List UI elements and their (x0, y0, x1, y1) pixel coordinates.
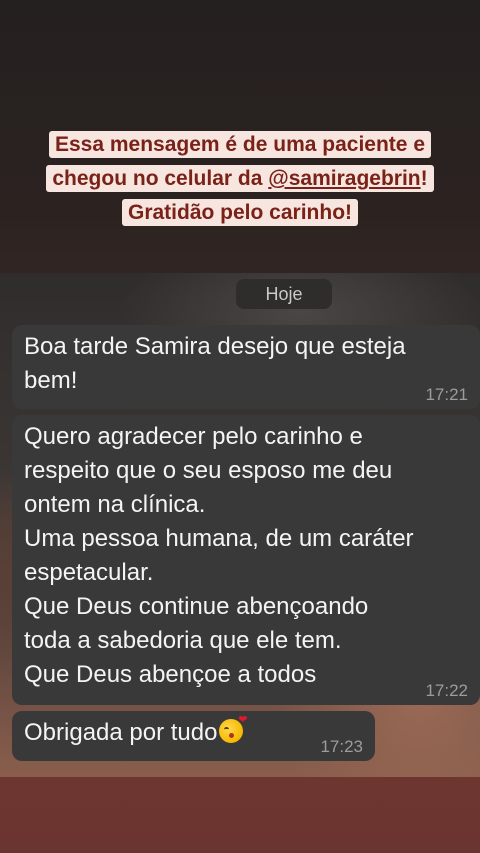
story-footer-background (0, 777, 480, 853)
message-time: 17:21 (425, 385, 468, 404)
caption-line-1: Essa mensagem é de uma paciente e (48, 131, 431, 158)
kiss-emoji-icon: ❤ (219, 715, 247, 743)
message-bubble-2: Quero agradecer pelo carinho e respeito … (12, 415, 480, 705)
caption-line-2: chegou no celular da @samiragebrin! (46, 165, 434, 192)
mention-link[interactable]: @samiragebrin (268, 167, 420, 190)
heart-icon: ❤ (238, 714, 248, 726)
message-time: 17:22 (425, 681, 468, 700)
message-text: Boa tarde Samira desejo que esteja bem! (24, 333, 406, 394)
message-bubble-1: Boa tarde Samira desejo que esteja bem! … (12, 325, 480, 409)
caption-line-2-suffix: ! (420, 167, 428, 190)
message-text: Obrigada por tudo (24, 719, 218, 746)
caption-line-3: Gratidão pelo carinho! (121, 199, 359, 226)
message-time: 17:23 (320, 737, 363, 756)
story-caption: Essa mensagem é de uma paciente e chegou… (0, 128, 480, 230)
message-text: Quero agradecer pelo carinho e respeito … (24, 423, 414, 688)
date-chip: Hoje (236, 279, 332, 309)
chat-screenshot: Hoje Boa tarde Samira desejo que esteja … (0, 273, 480, 777)
message-bubble-3: Obrigada por tudo ❤ 17:23 (12, 711, 375, 761)
caption-line-2-text: chegou no celular da (52, 167, 269, 190)
